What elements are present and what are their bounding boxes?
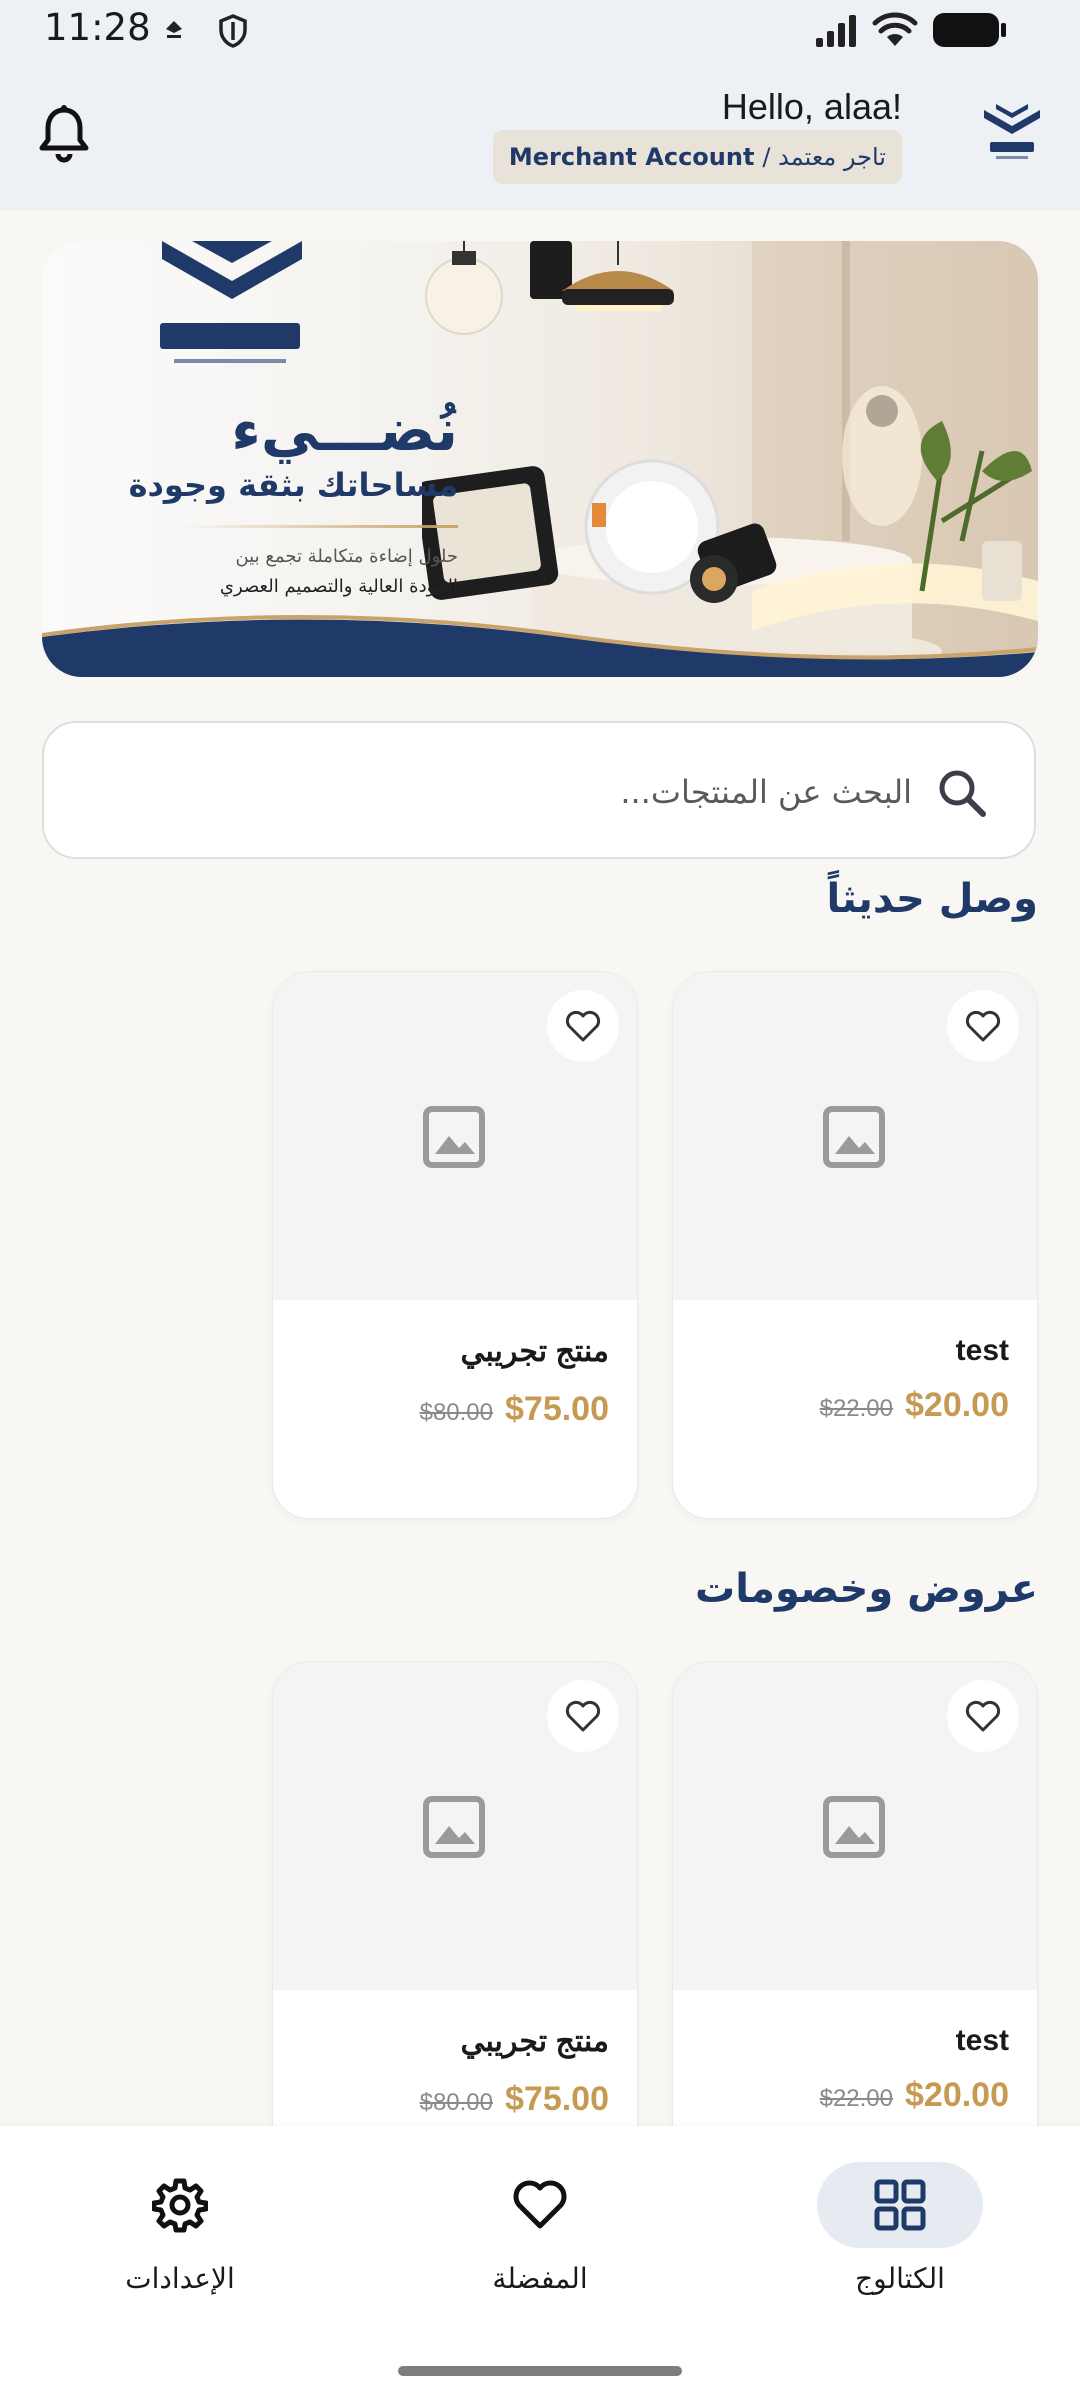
- heart-icon: [965, 1700, 1001, 1732]
- section-title-offers: عروض وخصومات: [695, 1566, 1038, 1612]
- product-name: منتج تجريبي: [460, 1335, 609, 1368]
- battery-icon: [933, 13, 1006, 47]
- banner-description-line2: الجودة العالية والتصميم العصري: [219, 576, 458, 597]
- account-type-label-ar: / تاجر معتمد: [762, 143, 886, 171]
- nav-active-indicator: [817, 2162, 983, 2248]
- nav-item-settings[interactable]: الإعدادات: [60, 2162, 300, 2302]
- banner-wave: [42, 615, 1038, 677]
- product-name: test: [955, 1334, 1009, 1367]
- favorite-button[interactable]: [947, 990, 1019, 1062]
- search-icon[interactable]: [936, 767, 988, 819]
- banner-brand-logo: [160, 241, 302, 363]
- favorite-button[interactable]: [547, 990, 619, 1062]
- app-notification-icon: [166, 21, 182, 38]
- nav-label: الكتالوج: [855, 2262, 945, 2295]
- heart-icon: [565, 1010, 601, 1042]
- banner-subtitle: مساحاتك بثقة وجودة: [128, 466, 458, 504]
- banner-description-line1: حلول إضاءة متكاملة تجمع بين: [235, 546, 458, 567]
- image-placeholder-icon: [423, 1796, 485, 1858]
- product-prices: $22.00 $20.00: [820, 2076, 1009, 2115]
- product-card[interactable]: منتج تجريبي $80.00 $75.00: [273, 972, 637, 1518]
- image-placeholder-icon: [823, 1796, 885, 1858]
- product-image: [673, 1662, 1037, 1990]
- brand-logo: [984, 104, 1040, 159]
- image-placeholder-icon: [823, 1106, 885, 1168]
- product-price: $75.00: [505, 1390, 609, 1428]
- status-bar: 11:28: [0, 0, 1080, 62]
- nav-item-catalog[interactable]: الكتالوج: [780, 2162, 1020, 2302]
- heart-icon: [565, 1700, 601, 1732]
- product-old-price: $80.00: [419, 1399, 493, 1426]
- heart-icon: [513, 2180, 567, 2229]
- bottom-navigation: الكتالوج المفضلة الإعدادات: [0, 2126, 1080, 2400]
- search-bar[interactable]: [42, 721, 1036, 859]
- wifi-icon: [872, 12, 918, 46]
- banner-title: نُضـــيء: [231, 396, 458, 464]
- banner-divider: [182, 525, 458, 528]
- product-image: [273, 972, 637, 1300]
- shield-icon: [219, 14, 247, 48]
- product-old-price: $22.00: [819, 2085, 893, 2112]
- status-time: 11:28: [44, 6, 151, 49]
- product-prices: $80.00 $75.00: [420, 1390, 609, 1429]
- product-old-price: $22.00: [819, 1395, 893, 1422]
- favorite-button[interactable]: [947, 1680, 1019, 1752]
- nav-label: المفضلة: [492, 2262, 588, 2295]
- product-image: [673, 972, 1037, 1300]
- greeting-text: Hello, alaa!: [721, 86, 902, 127]
- favorite-button[interactable]: [547, 1680, 619, 1752]
- search-input[interactable]: [150, 759, 914, 825]
- product-price: $75.00: [505, 2080, 609, 2118]
- product-old-price: $80.00: [419, 2089, 493, 2116]
- product-image: [273, 1662, 637, 1990]
- nav-item-favorites[interactable]: المفضلة: [420, 2162, 660, 2302]
- product-prices: $80.00 $75.00: [420, 2080, 609, 2119]
- account-type-label: Merchant Account: [508, 143, 755, 171]
- nav-label: الإعدادات: [125, 2262, 235, 2295]
- nav-icon-container: [457, 2162, 623, 2248]
- product-name: منتج تجريبي: [460, 2025, 609, 2058]
- product-prices: $22.00 $20.00: [820, 1386, 1009, 1425]
- grid-icon: [874, 2179, 926, 2231]
- nav-icon-container: [97, 2162, 263, 2248]
- account-type-badge: Merchant Account / تاجر معتمد: [492, 130, 902, 184]
- notifications-bell-icon[interactable]: [36, 104, 92, 164]
- heart-icon: [965, 1010, 1001, 1042]
- app-header: Hello, alaa! Merchant Account / تاجر معت…: [0, 62, 1080, 210]
- product-price: $20.00: [905, 2076, 1009, 2114]
- product-price: $20.00: [905, 1386, 1009, 1424]
- signal-icon: [816, 15, 856, 47]
- section-title-new-arrivals: وصل حديثاً: [826, 876, 1038, 922]
- product-name: test: [955, 2024, 1009, 2057]
- gear-icon: [152, 2178, 208, 2233]
- home-indicator[interactable]: [398, 2366, 682, 2376]
- image-placeholder-icon: [423, 1106, 485, 1168]
- product-card[interactable]: test $22.00 $20.00: [673, 972, 1037, 1518]
- promo-banner[interactable]: نُضـــيء مساحاتك بثقة وجودة حلول إضاءة م…: [42, 241, 1038, 677]
